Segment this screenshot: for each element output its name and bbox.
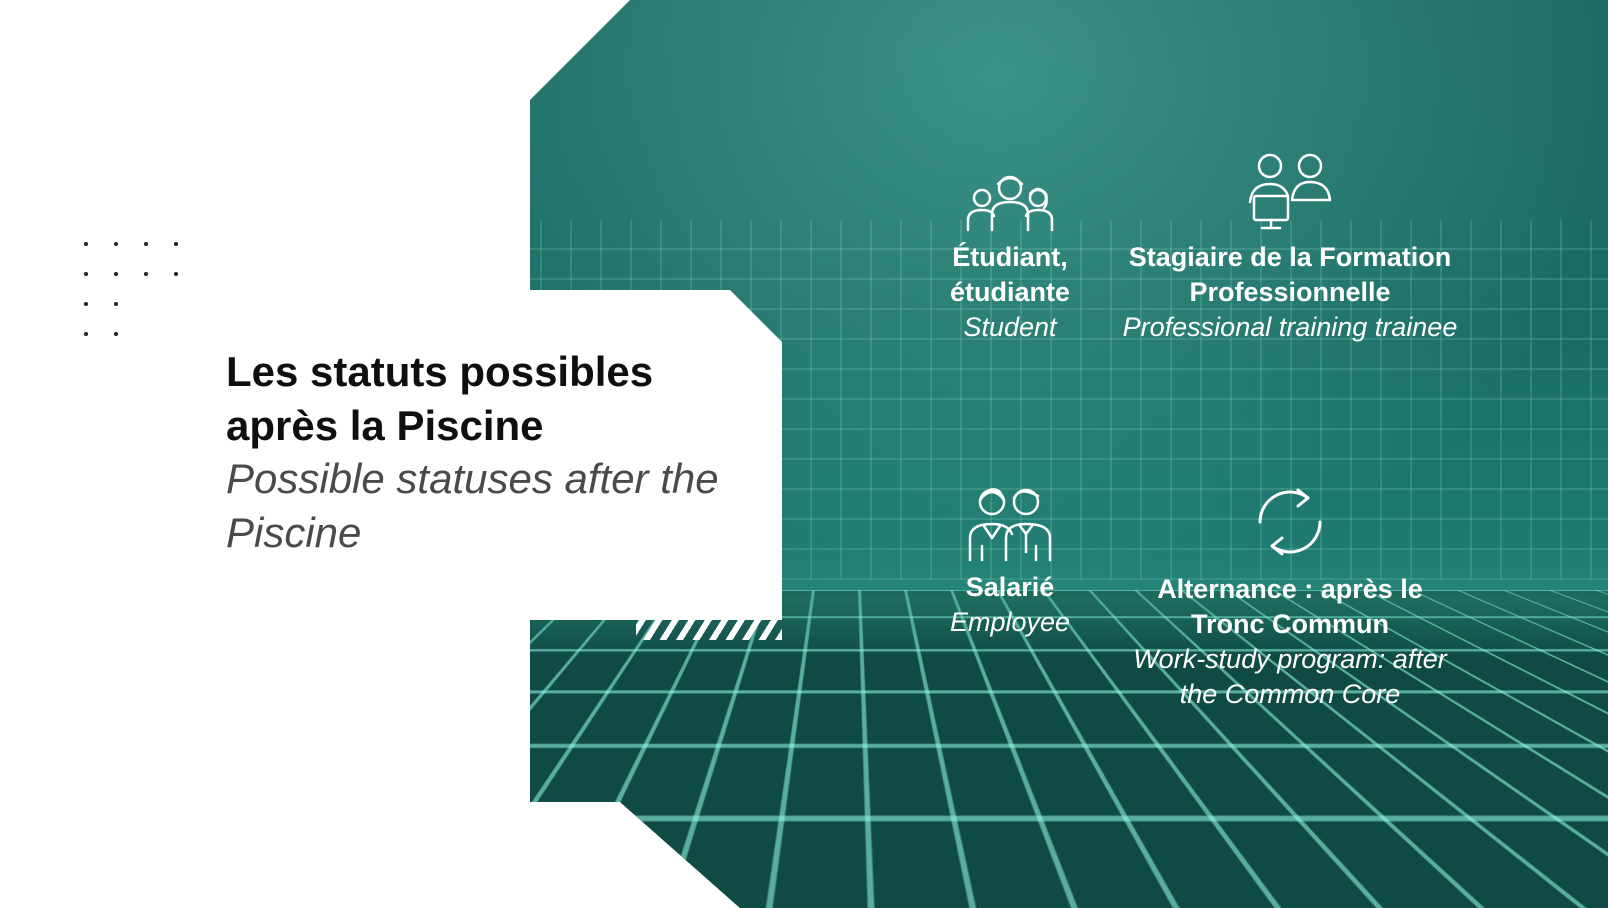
logo-city: PARIS: [1535, 856, 1571, 867]
status-work-study-fr: Alternance : après le Tronc Commun: [1157, 574, 1423, 639]
status-employee-fr: Salarié: [965, 572, 1055, 602]
status-employee-en: Employee: [949, 607, 1071, 637]
slide: Les statuts possibles après la Piscine P…: [0, 0, 1608, 908]
hatch-decoration: [636, 618, 782, 640]
status-student-fr: Étudiant, étudiante: [949, 242, 1070, 307]
employees-icon: [968, 488, 1052, 562]
refresh-cycle-icon: [1258, 488, 1322, 556]
status-trainee-en: Professional training trainee: [1122, 312, 1458, 342]
page-subtitle: Possible statuses after the Piscine: [226, 455, 719, 556]
page-title: Les statuts possibles après la Piscine: [226, 348, 654, 449]
logo-42-paris: PARIS: [1484, 804, 1574, 874]
status-work-study: Alternance : après le Tronc Commun Work-…: [1120, 480, 1460, 712]
status-student-en: Student: [963, 312, 1057, 342]
status-student: Étudiant, étudiante Student: [900, 168, 1120, 345]
status-employee: Salarié Employee: [900, 482, 1120, 640]
status-trainee-fr: Stagiaire de la Formation Professionnell…: [1128, 242, 1452, 307]
logo-42-mark: [1488, 808, 1560, 848]
group-of-people-icon: [966, 175, 1054, 232]
people-with-computer-icon: [1248, 153, 1332, 230]
status-work-study-en: Work-study program: after the Common Cor…: [1133, 644, 1447, 709]
status-trainee: Stagiaire de la Formation Professionnell…: [1120, 152, 1460, 345]
